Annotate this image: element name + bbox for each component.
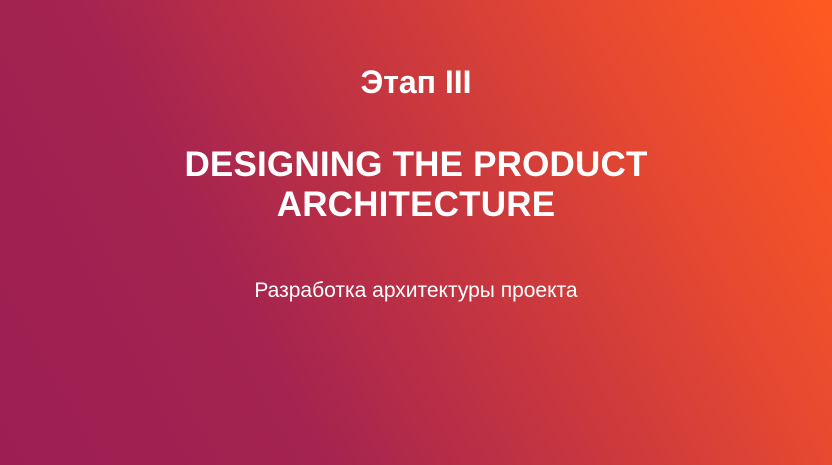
slide-title: DESIGNING THE PRODUCT ARCHITECTURE bbox=[0, 145, 832, 225]
slide-title-line-2: ARCHITECTURE bbox=[276, 185, 556, 224]
slide-title-line-1: DESIGNING THE PRODUCT bbox=[184, 145, 648, 184]
title-slide: Этап III DESIGNING THE PRODUCT ARCHITECT… bbox=[0, 0, 832, 465]
slide-subtitle: Разработка архитектуры проекта bbox=[254, 279, 578, 302]
stage-label: Этап III bbox=[360, 64, 472, 100]
